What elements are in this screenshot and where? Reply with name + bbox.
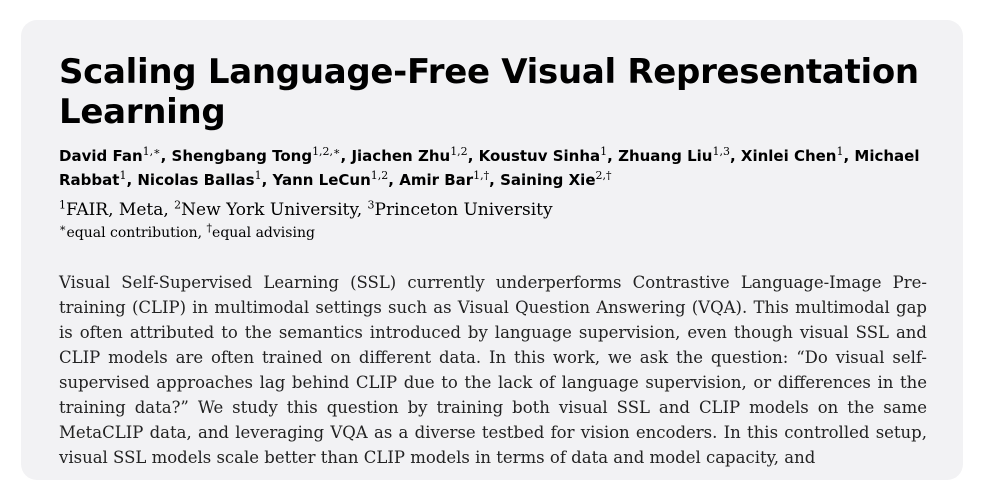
affiliation-name: Princeton University bbox=[374, 200, 553, 220]
author-separator: , bbox=[607, 147, 619, 165]
author-separator: , bbox=[261, 171, 273, 189]
author: Koustuv Sinha1, bbox=[478, 146, 619, 165]
author-notes: ∗equal contribution, †equal advising bbox=[59, 222, 927, 244]
author-name: Jiachen Zhu bbox=[351, 147, 451, 165]
author-affiliation-mark: 1,2 bbox=[450, 145, 468, 158]
author-separator: , bbox=[126, 171, 138, 189]
paper-header: Scaling Language-Free Visual Representat… bbox=[59, 52, 927, 480]
author-name: David Fan bbox=[59, 147, 143, 165]
author-affiliation-mark: 1,3 bbox=[712, 145, 730, 158]
abstract-text: Visual Self-Supervised Learning (SSL) cu… bbox=[59, 273, 927, 467]
author-name: Amir Bar bbox=[399, 171, 474, 189]
author-separator: , bbox=[467, 147, 479, 165]
note-text: equal advising bbox=[212, 225, 315, 241]
author: Shengbang Tong1,2,∗, bbox=[171, 145, 352, 165]
author: Zhuang Liu1,3, bbox=[618, 145, 741, 165]
author-note: ∗equal contribution, bbox=[59, 222, 207, 241]
author: David Fan1,∗, bbox=[59, 145, 172, 165]
affiliation-separator: , bbox=[163, 200, 175, 220]
affiliation: 1FAIR, Meta, bbox=[59, 198, 175, 220]
author-affiliation-mark: 1,† bbox=[473, 169, 490, 182]
author-affiliation-mark: 2,† bbox=[595, 169, 612, 182]
author-list: David Fan1,∗, Shengbang Tong1,2,∗, Jiach… bbox=[59, 144, 927, 192]
paper-title: Scaling Language-Free Visual Representat… bbox=[59, 52, 919, 132]
note-separator: , bbox=[197, 225, 207, 241]
author-separator: , bbox=[340, 147, 352, 165]
author-name: Yann LeCun bbox=[272, 171, 371, 189]
author-name: Koustuv Sinha bbox=[478, 147, 601, 165]
author: Yann LeCun1,2, bbox=[272, 169, 400, 189]
author-name: Nicolas Ballas bbox=[137, 171, 255, 189]
author: Amir Bar1,†, bbox=[399, 169, 501, 189]
paper-card: Scaling Language-Free Visual Representat… bbox=[21, 20, 963, 480]
author: Xinlei Chen1, bbox=[740, 146, 855, 165]
author-separator: , bbox=[489, 171, 501, 189]
affiliation-name: New York University bbox=[181, 200, 357, 220]
author-affiliation-mark: 1,2 bbox=[370, 169, 389, 182]
note-text: equal contribution bbox=[66, 225, 198, 241]
author-separator: , bbox=[160, 147, 172, 165]
affiliation-separator: , bbox=[356, 200, 368, 220]
author: Nicolas Ballas1, bbox=[137, 169, 273, 189]
author: Jiachen Zhu1,2, bbox=[351, 145, 479, 165]
author-affiliation-mark: 1,2,∗ bbox=[312, 145, 341, 158]
author-name: Zhuang Liu bbox=[618, 147, 713, 165]
author: Saining Xie2,† bbox=[500, 169, 612, 189]
author-name: Xinlei Chen bbox=[740, 147, 837, 165]
author-separator: , bbox=[843, 147, 855, 165]
author-name: Saining Xie bbox=[500, 171, 596, 189]
affiliation: 3Princeton University bbox=[367, 198, 553, 220]
affiliation-mark: 1 bbox=[59, 198, 66, 212]
author-name: Shengbang Tong bbox=[171, 147, 313, 165]
author-separator: , bbox=[388, 171, 400, 189]
affiliation-mark: 3 bbox=[367, 198, 375, 212]
author-note: †equal advising bbox=[207, 222, 315, 241]
affiliation-name: FAIR, Meta bbox=[66, 200, 164, 220]
affiliation: 2New York University, bbox=[174, 199, 368, 220]
author-separator: , bbox=[729, 147, 741, 165]
affiliation-list: 1FAIR, Meta, 2New York University, 3Prin… bbox=[59, 198, 927, 222]
author-affiliation-mark: 1,∗ bbox=[142, 145, 161, 158]
author-affiliation-mark: 1 bbox=[254, 169, 262, 182]
